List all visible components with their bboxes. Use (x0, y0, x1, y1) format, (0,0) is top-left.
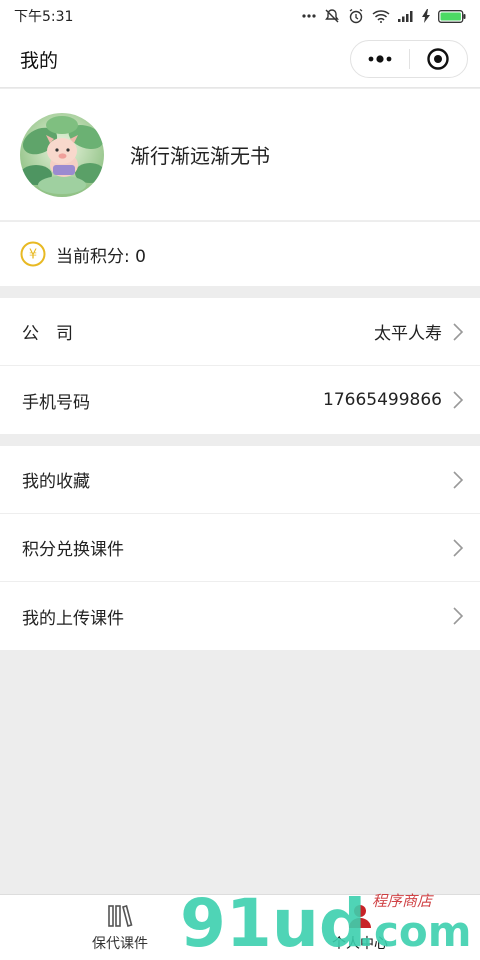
chevron-right-icon (453, 322, 464, 341)
info-section: 公 司 太平人寿 手机号码 17665499866 (0, 298, 480, 434)
tab-profile-label: 个人中心 (332, 935, 388, 952)
mini-program-capsule (350, 40, 468, 78)
points-exchange-label: 积分兑换课件 (22, 540, 124, 560)
wifi-icon (372, 10, 390, 23)
phone-value: 17665499866 (323, 390, 442, 410)
chevron-right-icon (453, 607, 464, 625)
current-points: 当前积分: 0 (56, 246, 146, 267)
phone-row[interactable]: 手机号码 17665499866 (0, 366, 480, 434)
points-exchange-row[interactable]: 积分兑换课件 (0, 514, 480, 582)
books-icon (108, 904, 133, 927)
more-dots-icon (302, 14, 316, 18)
more-menu-button[interactable] (351, 41, 409, 77)
chevron-right-icon (453, 538, 464, 557)
mute-icon (325, 9, 339, 23)
company-row[interactable]: 公 司 太平人寿 (0, 298, 480, 366)
page-title: 我的 (20, 50, 59, 72)
status-time: 下午5:31 (14, 9, 74, 25)
tab-profile[interactable]: 个人中心 (240, 895, 480, 960)
my-uploads-row[interactable]: 我的上传课件 (0, 582, 480, 650)
more-dots-icon (368, 55, 392, 63)
menu-section: 我的收藏 积分兑换课件 我的上传课件 (0, 446, 480, 650)
phone-label: 手机号码 (22, 392, 90, 413)
status-bar: 下午5:31 (0, 0, 480, 32)
favorites-label: 我的收藏 (22, 472, 90, 492)
status-icons (302, 8, 466, 24)
tab-courses[interactable]: 保代课件 (0, 895, 240, 960)
avatar[interactable] (20, 112, 104, 197)
alarm-icon (349, 8, 363, 24)
chevron-right-icon (453, 391, 464, 409)
company-value: 太平人寿 (374, 324, 442, 344)
avatar-image (20, 112, 104, 197)
favorites-row[interactable]: 我的收藏 (0, 446, 480, 514)
profile-card: 渐行渐远渐无书 (0, 89, 480, 221)
phone-value-group: 17665499866 (323, 390, 464, 410)
username: 渐行渐远渐无书 (130, 144, 270, 168)
coin-yen-icon: ¥ (20, 241, 46, 267)
tab-courses-label: 保代课件 (92, 935, 148, 952)
nav-bar: 我的 (0, 32, 480, 88)
my-uploads-label: 我的上传课件 (22, 608, 124, 629)
signal-icon (398, 11, 413, 22)
tab-bar: 保代课件 个人中心 (0, 894, 480, 960)
chevron-right-icon (453, 470, 464, 489)
coin-symbol: ¥ (29, 248, 37, 263)
user-icon (349, 904, 371, 928)
charging-icon (422, 9, 430, 23)
target-close-icon (427, 48, 449, 70)
company-label: 公 司 (22, 324, 73, 344)
points-row: ¥ 当前积分: 0 (0, 222, 480, 286)
battery-icon (438, 9, 466, 23)
close-mini-program-button[interactable] (410, 41, 468, 77)
company-value-group: 太平人寿 (374, 319, 464, 344)
